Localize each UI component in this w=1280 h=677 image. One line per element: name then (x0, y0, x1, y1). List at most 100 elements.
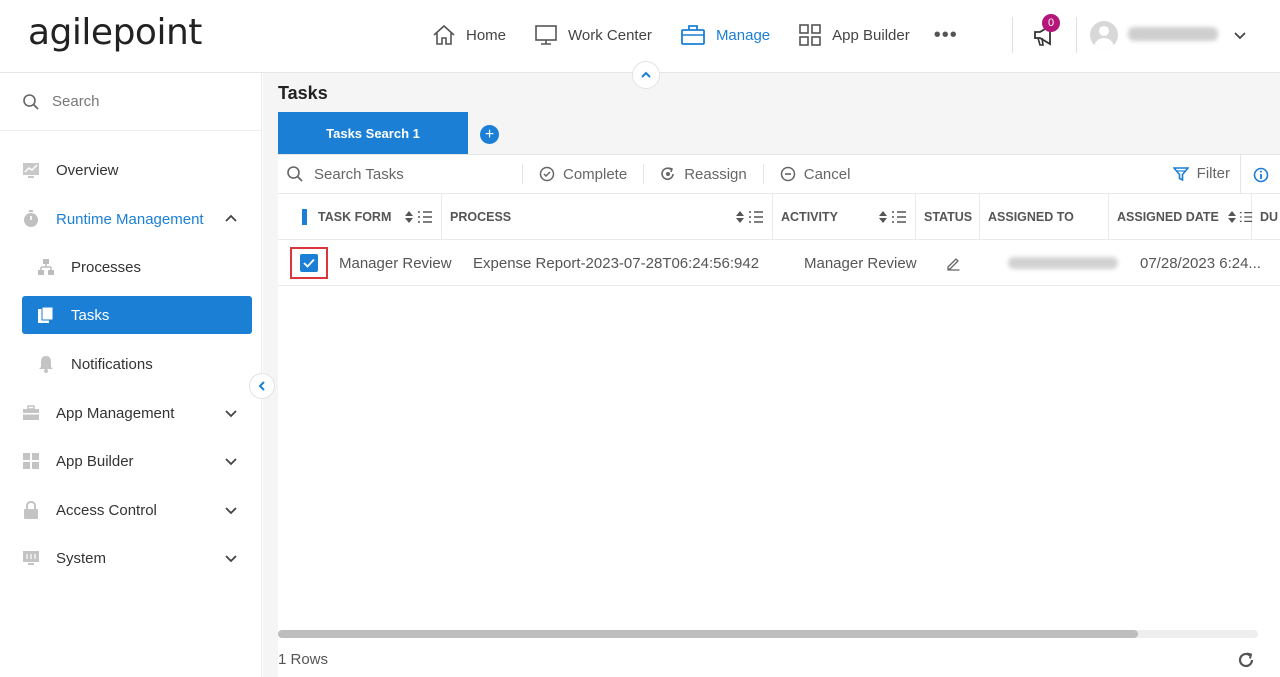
monitor-icon (535, 25, 557, 45)
sidebar-item-label: App Management (56, 404, 175, 422)
refresh-icon (1238, 652, 1254, 668)
main-content: Tasks Tasks Search 1 + Search Tasks Comp… (263, 73, 1280, 677)
nav-work-center[interactable]: Work Center (534, 24, 652, 46)
chevron-up-icon (224, 212, 238, 230)
system-icon (22, 549, 40, 567)
agilepoint-logo[interactable]: agilepoint (28, 12, 202, 53)
column-options-icon (892, 211, 906, 223)
nav-app-builder[interactable]: App Builder (798, 24, 910, 46)
header-divider (1012, 17, 1013, 53)
complete-button[interactable]: Complete (523, 164, 645, 184)
edit-status-button[interactable] (946, 240, 961, 286)
check-circle-icon (539, 166, 555, 182)
toolbox-icon (22, 404, 40, 422)
reassign-icon (661, 167, 675, 180)
chevron-down-icon (224, 406, 238, 424)
column-options-icon (1239, 212, 1253, 222)
add-tab-button[interactable]: + (480, 125, 499, 144)
nav-work-center-label: Work Center (568, 26, 652, 44)
cell-process[interactable]: Expense Report-2023-07-28T06:24:56:942 (473, 240, 759, 286)
collapse-header-button[interactable] (632, 61, 660, 89)
reassign-button[interactable]: Reassign (644, 164, 764, 184)
nav-app-builder-label: App Builder (832, 26, 910, 44)
row-count: 1 Rows (278, 651, 329, 668)
notification-count-badge: 0 (1042, 14, 1060, 32)
column-controls[interactable] (1228, 210, 1253, 224)
horizontal-scrollbar[interactable] (278, 630, 1258, 638)
column-controls[interactable] (879, 210, 907, 224)
minus-circle-icon (780, 166, 795, 182)
table-row[interactable]: Manager Review Expense Report-2023-07-28… (278, 240, 1280, 286)
column-label: Du (1260, 210, 1279, 224)
collapse-sidebar-button[interactable] (249, 373, 275, 399)
column-header-task-form[interactable]: Task Form (278, 194, 442, 240)
lock-icon (22, 501, 40, 519)
user-avatar[interactable] (1090, 21, 1118, 49)
sidebar-search[interactable]: Search (0, 73, 261, 131)
refresh-button[interactable] (1237, 651, 1255, 674)
sidebar-item-label: App Builder (56, 452, 134, 470)
table-header: Task Form Process Activity (278, 194, 1280, 240)
sidebar-item-runtime-management[interactable]: Runtime Management (22, 200, 252, 238)
tasks-icon (37, 306, 55, 324)
more-menu-button[interactable]: ••• (934, 24, 958, 47)
column-header-assigned-to[interactable]: Assigned To (980, 194, 1109, 240)
search-tasks-input[interactable]: Search Tasks (278, 164, 523, 184)
header-divider (1076, 17, 1077, 53)
sidebar-item-label: Overview (56, 161, 119, 179)
column-header-assigned-date[interactable]: Assigned Date (1109, 194, 1253, 240)
row-checkbox[interactable] (300, 254, 318, 272)
assigned-to-blurred (1008, 257, 1118, 269)
column-header-activity[interactable]: Activity (773, 194, 916, 240)
complete-label: Complete (563, 165, 628, 183)
nav-home[interactable]: Home (432, 24, 506, 46)
nav-manage[interactable]: Manage (680, 24, 770, 46)
briefcase-icon (681, 25, 705, 45)
column-controls[interactable] (736, 210, 764, 224)
sidebar-item-tasks[interactable]: Tasks (22, 296, 252, 334)
sort-icon (1228, 211, 1236, 223)
widgets-icon (22, 452, 40, 470)
search-icon (23, 93, 39, 110)
scrollbar-thumb[interactable] (278, 630, 1138, 638)
column-label: Activity (781, 210, 838, 224)
home-icon (433, 24, 455, 45)
cell-task-form[interactable]: Manager Review (339, 240, 452, 286)
cancel-button[interactable]: Cancel (764, 164, 867, 184)
sidebar-item-label: Runtime Management (56, 210, 204, 228)
chevron-down-icon (1234, 32, 1246, 40)
filter-button[interactable]: Filter (1172, 165, 1230, 182)
sidebar-item-access-control[interactable]: Access Control (22, 491, 252, 529)
sort-icon (736, 211, 744, 223)
hierarchy-icon (37, 258, 55, 276)
reassign-label: Reassign (684, 165, 747, 183)
column-controls[interactable] (405, 210, 433, 224)
info-icon (1253, 167, 1268, 182)
sidebar-item-overview[interactable]: Overview (22, 151, 252, 189)
sidebar-item-processes[interactable]: Processes (22, 248, 252, 286)
filter-icon (1172, 166, 1189, 181)
pencil-icon (947, 257, 960, 271)
column-header-due[interactable]: Du (1252, 194, 1280, 240)
search-icon (287, 166, 303, 182)
user-menu-chevron[interactable] (1232, 27, 1248, 48)
column-label: Assigned Date (1117, 210, 1219, 224)
tasks-toolbar: Search Tasks Complete Reassign Cancel Fi… (278, 155, 1280, 194)
chevron-down-icon (224, 551, 238, 569)
chart-icon (22, 161, 40, 179)
info-button[interactable] (1240, 155, 1280, 194)
sidebar-item-system[interactable]: System (22, 539, 252, 577)
sidebar-item-app-management[interactable]: App Management (22, 394, 252, 432)
sidebar-item-notifications[interactable]: Notifications (22, 345, 252, 383)
cell-assigned-to (1008, 240, 1118, 286)
sidebar-item-app-builder[interactable]: App Builder (22, 442, 252, 480)
column-header-process[interactable]: Process (442, 194, 773, 240)
column-header-status[interactable]: Status (916, 194, 980, 240)
row-select-highlight (290, 247, 328, 279)
tab-tasks-search-1[interactable]: Tasks Search 1 (278, 112, 468, 154)
column-options-icon (418, 211, 432, 223)
column-label: Process (450, 210, 512, 224)
sort-icon (879, 211, 887, 223)
sidebar-search-placeholder: Search (52, 93, 100, 110)
chevron-down-icon (224, 454, 238, 472)
